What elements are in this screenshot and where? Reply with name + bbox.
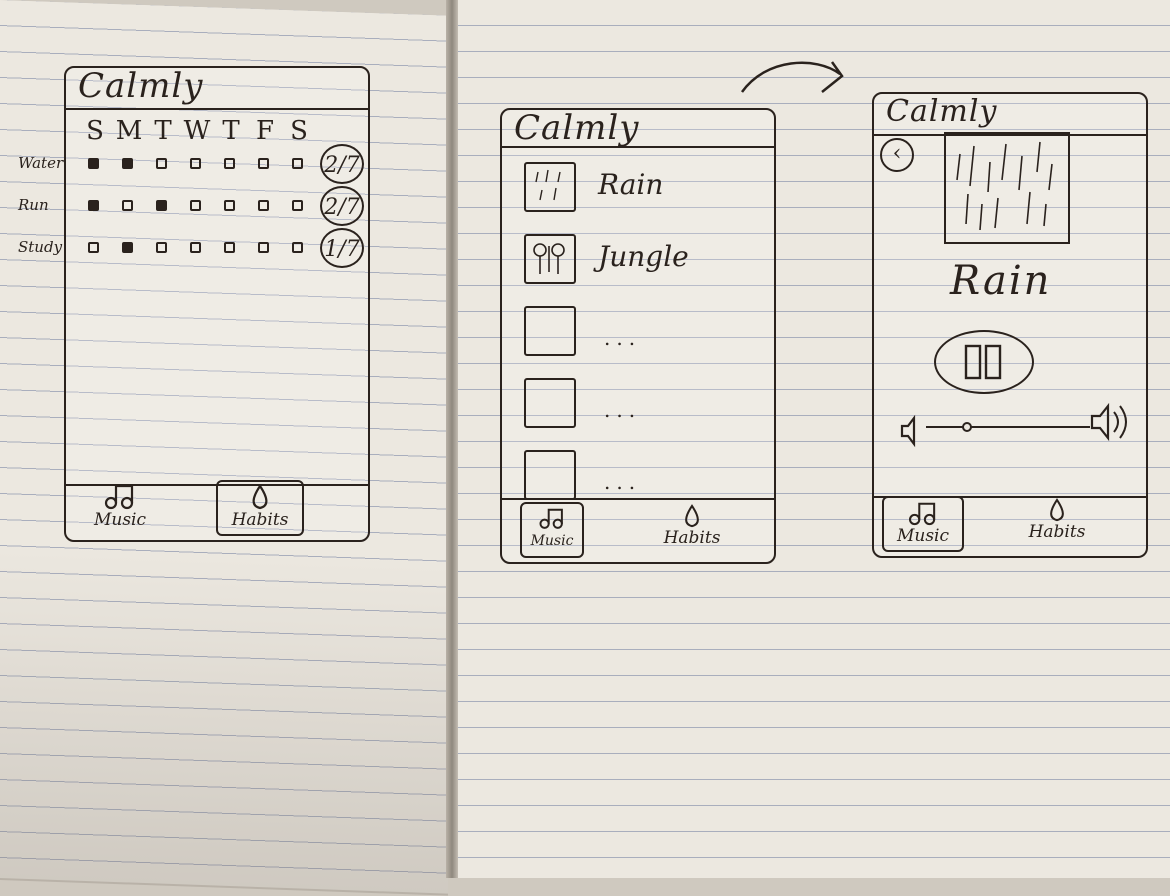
track-thumbnail [524,162,576,212]
habit-checkbox[interactable] [292,200,303,211]
tab-music[interactable]: Music [520,502,584,558]
tab-music-label: Music [93,510,147,530]
habit-label: Study [18,238,63,256]
habit-checkbox[interactable] [190,200,201,211]
weekday-label: T [222,116,240,146]
notebook-gutter [446,0,458,878]
tab-music[interactable]: Music [882,496,964,552]
habit-label: Water [18,154,64,172]
track-title: ... [604,326,642,350]
music-note-icon [539,508,563,529]
rain-icon [956,141,1053,231]
app-title: Calmly [78,66,204,106]
habit-checkbox[interactable] [292,158,303,169]
tab-bar-divider [502,498,774,500]
tab-habits-label: Habits [663,528,721,548]
volume-slider-knob[interactable] [962,422,972,432]
track-title: ... [604,470,642,494]
weekday-label: F [255,116,275,146]
tab-music-label: Music [896,526,950,546]
track-title: Jungle [598,240,689,273]
track-title: Rain [598,168,664,201]
weekday-label: S [86,116,104,146]
habit-row: Run 2/7 [18,186,438,226]
habit-checkbox[interactable] [190,242,201,253]
habit-checkbox[interactable] [258,200,269,211]
app-title: Calmly [886,94,998,129]
habit-checkbox[interactable] [224,242,235,253]
tab-habits[interactable]: Habits [1014,496,1100,552]
drop-icon [685,504,699,528]
weekday-label: T [154,116,172,146]
habit-checkbox[interactable] [292,242,303,253]
tab-habits-label: Habits [231,510,289,530]
drop-icon [252,484,268,510]
habit-checkbox[interactable] [258,158,269,169]
track-list-item[interactable]: Jungle [524,234,744,294]
volume-high-icon [1090,402,1127,442]
weekday-label: M [115,116,143,146]
track-artwork [944,132,1070,244]
habit-checkbox-checked[interactable] [122,158,133,169]
habit-row: Water 2/7 [18,144,438,184]
track-title: ... [604,398,642,422]
blank-thumbnail [524,378,576,428]
track-list-item[interactable]: Rain [524,162,744,222]
volume-low-icon [900,414,916,448]
tab-music-label: Music [530,533,574,549]
habit-checkbox-checked[interactable] [122,242,133,253]
habit-progress-count: 2/7 [320,186,364,226]
flow-arrow-icon [740,61,844,93]
music-note-icon [104,484,134,510]
tab-habits[interactable]: Habits [216,480,304,536]
tab-habits[interactable]: Habits [652,502,732,558]
player-screen: Calmly ‹ Rain Music Habits [872,92,1148,558]
tab-music[interactable]: Music [80,480,160,536]
trees-icon [533,243,565,274]
habits-screen: Calmly SMTWTFS Water 2/7 Run 2/7 Study 1/7 Mu… [18,66,370,542]
habit-checkbox[interactable] [122,200,133,211]
music-note-icon [908,502,936,526]
habit-checkbox[interactable] [190,158,201,169]
back-arrow-icon: ‹ [892,141,902,166]
app-title: Calmly [514,108,640,148]
header-divider [502,146,774,148]
habit-progress-count: 2/7 [320,144,364,184]
track-thumbnail [524,234,576,284]
habit-progress-count: 1/7 [320,228,364,268]
habit-checkbox-checked[interactable] [88,200,99,211]
habit-checkbox[interactable] [258,242,269,253]
habit-checkbox[interactable] [156,242,167,253]
blank-thumbnail [524,450,576,500]
weekday-label: W [183,116,211,146]
habit-label: Run [18,196,49,214]
habit-checkbox-checked[interactable] [88,158,99,169]
track-list-item[interactable]: ... [524,306,744,366]
habit-checkbox[interactable] [224,200,235,211]
pause-icon [964,344,1002,380]
habit-checkbox-checked[interactable] [156,200,167,211]
rain-icon [535,169,561,201]
weekday-label: S [290,116,308,146]
back-button[interactable]: ‹ [880,138,914,172]
blank-thumbnail [524,306,576,356]
habit-checkbox[interactable] [88,242,99,253]
habit-checkbox[interactable] [224,158,235,169]
track-list-item[interactable]: ... [524,450,744,510]
music-list-screen: Calmly Rain Jungle......... Music Habits [500,108,776,564]
now-playing-title: Rain [950,258,1052,304]
track-list-item[interactable]: ... [524,378,744,438]
habit-checkbox[interactable] [156,158,167,169]
pause-button[interactable] [934,330,1034,394]
drop-icon [1050,498,1064,522]
weekday-header: SMTWTFS [78,116,316,146]
habit-row: Study 1/7 [18,228,438,268]
tab-habits-label: Habits [1028,522,1086,542]
header-divider [66,108,368,110]
volume-slider[interactable] [926,422,1090,432]
